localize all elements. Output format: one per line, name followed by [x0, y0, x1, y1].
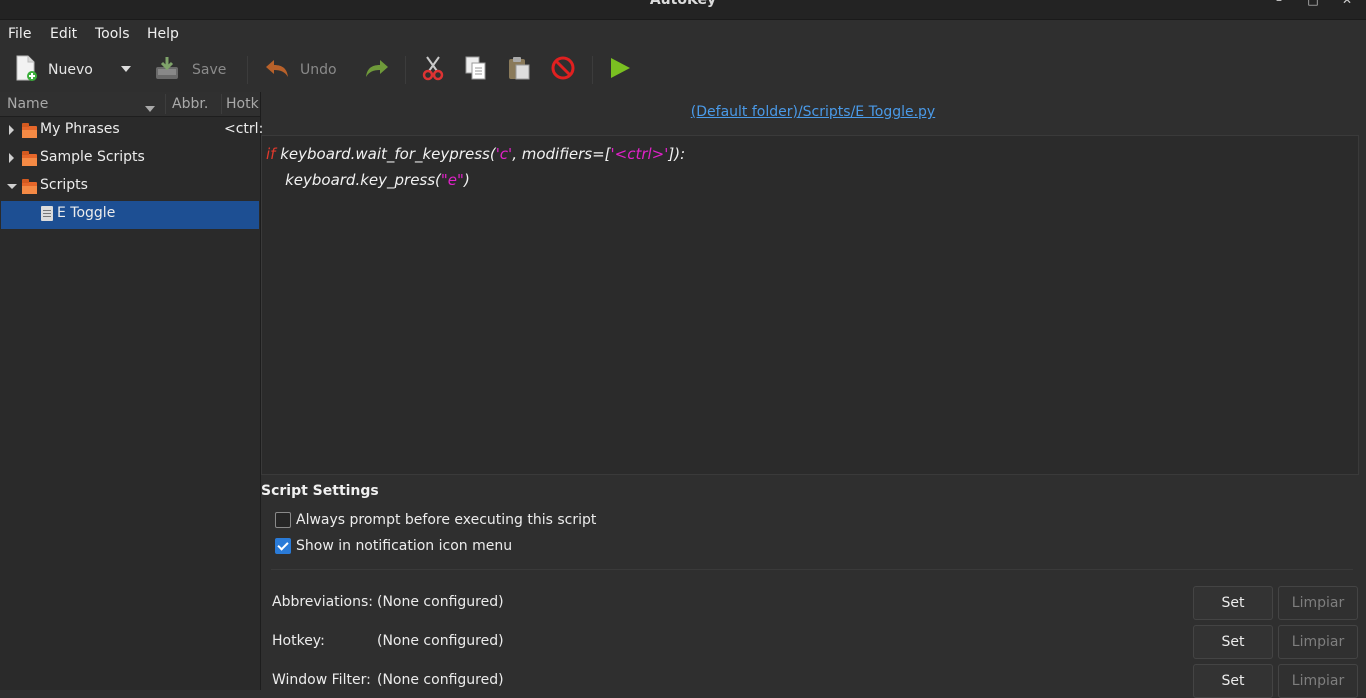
script-tree: Name Abbr. Hotk My Phrases <ctrl: Sample… — [0, 92, 263, 690]
abbreviations-value: (None configured) — [377, 594, 504, 610]
column-hotkey[interactable]: Hotk — [226, 96, 259, 112]
toolbar-separator — [247, 56, 248, 84]
column-divider[interactable] — [165, 94, 166, 114]
expand-arrow-icon[interactable] — [9, 125, 14, 135]
toolbar-separator — [592, 56, 593, 84]
save-button[interactable]: Save — [154, 48, 226, 92]
tree-item-hotkey: <ctrl: — [224, 121, 264, 137]
hotkey-clear-button[interactable]: Limpiar — [1278, 625, 1358, 659]
abbreviations-set-button[interactable]: Set — [1193, 586, 1273, 620]
folder-icon — [22, 123, 37, 138]
code-string: "e" — [440, 171, 464, 189]
code-string: '<ctrl>' — [610, 145, 669, 163]
window-title: AutoKey — [649, 0, 717, 8]
paste-button[interactable] — [507, 48, 531, 92]
new-dropdown-button[interactable] — [120, 48, 132, 92]
tree-item-label: Sample Scripts — [40, 149, 145, 165]
window-filter-value: (None configured) — [377, 672, 504, 688]
cut-icon — [421, 55, 445, 85]
code-text: keyboard.wait_for_keypress( — [275, 145, 496, 163]
code-text: ) — [463, 171, 470, 189]
new-button-label: Nuevo — [48, 62, 93, 78]
save-icon — [154, 55, 180, 85]
toolbar: Nuevo Save Undo — [0, 48, 1366, 92]
script-file-icon — [41, 206, 53, 221]
undo-icon — [264, 57, 290, 83]
tree-item-my-phrases[interactable]: My Phrases <ctrl: — [1, 117, 263, 145]
sort-arrow-icon[interactable] — [145, 101, 155, 117]
title-bar: AutoKey – □ ✕ — [0, 0, 1366, 20]
menu-help[interactable]: Help — [147, 26, 179, 42]
paste-icon — [507, 55, 531, 85]
new-button[interactable]: Nuevo — [14, 48, 93, 92]
delete-icon — [550, 55, 576, 85]
window-filter-clear-button[interactable]: Limpiar — [1278, 664, 1358, 698]
close-icon[interactable]: ✕ — [1340, 0, 1354, 7]
code-text: ]): — [668, 145, 686, 163]
tree-item-scripts[interactable]: Scripts — [1, 173, 259, 201]
code-text: , modifiers=[ — [512, 145, 611, 163]
tree-item-label: E Toggle — [57, 205, 116, 221]
copy-icon — [464, 55, 488, 85]
expand-arrow-icon[interactable] — [9, 153, 14, 163]
redo-button[interactable] — [364, 48, 390, 92]
tree-header: Name Abbr. Hotk — [0, 92, 260, 117]
column-name[interactable]: Name — [7, 96, 48, 112]
new-file-icon — [14, 55, 38, 85]
delete-button[interactable] — [550, 48, 576, 92]
maximize-icon[interactable]: □ — [1306, 0, 1320, 7]
always-prompt-checkbox[interactable] — [275, 512, 291, 528]
undo-button[interactable]: Undo — [264, 48, 337, 92]
hotkey-label: Hotkey: — [272, 633, 325, 649]
run-button[interactable] — [608, 48, 632, 92]
menu-tools[interactable]: Tools — [95, 26, 130, 42]
tree-item-label: Scripts — [40, 177, 88, 193]
minimize-icon[interactable]: – — [1272, 0, 1286, 7]
tree-item-e-toggle[interactable]: E Toggle — [1, 201, 259, 229]
always-prompt-label[interactable]: Always prompt before executing this scri… — [296, 512, 596, 528]
folder-icon — [22, 151, 37, 166]
abbreviations-clear-button[interactable]: Limpiar — [1278, 586, 1358, 620]
code-content: if keyboard.wait_for_keypress('c', modif… — [266, 141, 685, 193]
code-string: 'c' — [495, 145, 513, 163]
window-filter-set-button[interactable]: Set — [1193, 664, 1273, 698]
tree-item-sample-scripts[interactable]: Sample Scripts — [1, 145, 259, 173]
code-text: keyboard.key_press( — [266, 171, 441, 189]
cut-button[interactable] — [421, 48, 445, 92]
menu-file[interactable]: File — [8, 26, 31, 42]
abbreviations-label: Abbreviations: — [272, 594, 373, 610]
redo-icon — [364, 57, 390, 83]
settings-heading: Script Settings — [261, 483, 379, 499]
run-icon — [608, 56, 632, 84]
divider — [271, 569, 1353, 570]
menu-edit[interactable]: Edit — [50, 26, 77, 42]
column-divider[interactable] — [221, 94, 222, 114]
menu-bar: File Edit Tools Help — [0, 20, 1366, 48]
save-button-label: Save — [192, 62, 227, 78]
copy-button[interactable] — [464, 48, 488, 92]
code-editor[interactable]: if keyboard.wait_for_keypress('c', modif… — [261, 135, 1359, 475]
show-notification-label[interactable]: Show in notification icon menu — [296, 538, 512, 554]
hotkey-set-button[interactable]: Set — [1193, 625, 1273, 659]
window-filter-label: Window Filter: — [272, 672, 371, 688]
show-notification-checkbox[interactable] — [275, 538, 291, 554]
collapse-arrow-icon[interactable] — [7, 184, 17, 189]
undo-button-label: Undo — [300, 62, 337, 78]
hotkey-value: (None configured) — [377, 633, 504, 649]
column-abbr[interactable]: Abbr. — [172, 96, 208, 112]
tree-item-label: My Phrases — [40, 121, 120, 137]
dropdown-arrow-icon — [120, 62, 132, 78]
toolbar-separator — [405, 56, 406, 84]
script-path-link[interactable]: (Default folder)/Scripts/E Toggle.py — [260, 104, 1366, 120]
folder-icon — [22, 179, 37, 194]
